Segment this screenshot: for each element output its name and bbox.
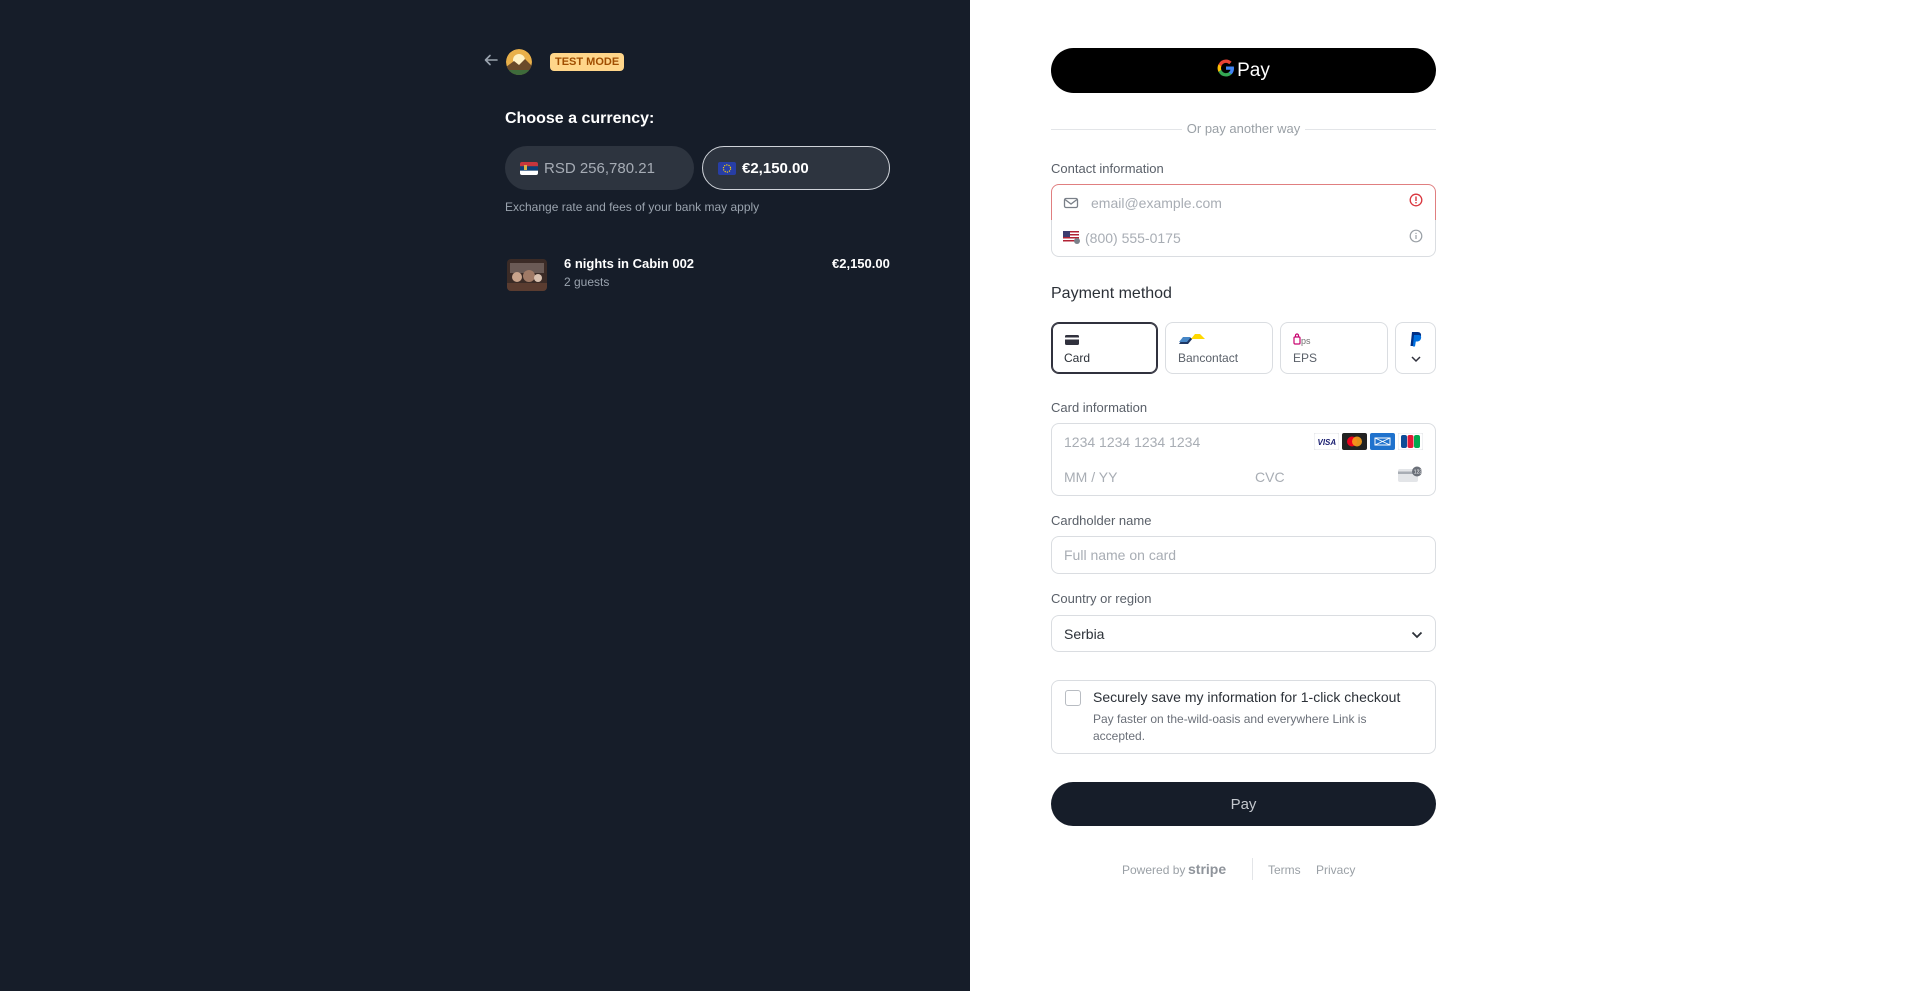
chevron-down-icon	[1411, 626, 1423, 642]
card-number-field[interactable]: 1234 1234 1234 1234 VISA	[1051, 423, 1436, 460]
serbia-flag-icon	[520, 161, 538, 175]
svg-text:ps: ps	[1301, 336, 1311, 346]
save-info-subtitle: Pay faster on the-wild-oasis and everywh…	[1093, 712, 1367, 743]
info-icon[interactable]	[1409, 229, 1423, 248]
cvc-placeholder: CVC	[1255, 469, 1285, 485]
card-number-placeholder: 1234 1234 1234 1234	[1064, 433, 1201, 450]
error-info-icon	[1409, 193, 1423, 212]
us-flag-icon	[1063, 230, 1080, 246]
cardholder-name-label: Cardholder name	[1051, 513, 1152, 528]
tab-bancontact[interactable]: Bancontact	[1165, 322, 1273, 374]
link-save-info-box: Securely save my information for 1-click…	[1051, 680, 1436, 754]
google-pay-label: Pay	[1237, 59, 1270, 81]
line-item-price: €2,150.00	[832, 256, 890, 271]
visa-icon: VISA	[1313, 432, 1340, 451]
tab-card[interactable]: Card	[1051, 322, 1158, 374]
mail-icon	[1063, 195, 1079, 211]
amex-icon	[1370, 433, 1395, 450]
payment-method-heading: Payment method	[1051, 285, 1172, 302]
phone-field[interactable]: (800) 555-0175	[1051, 220, 1436, 257]
email-field[interactable]: email@example.com	[1051, 184, 1436, 221]
google-pay-button[interactable]: Pay	[1051, 48, 1436, 93]
tab-bancontact-label: Bancontact	[1178, 351, 1239, 365]
divider-right	[1305, 129, 1436, 130]
tab-card-label: Card	[1064, 351, 1091, 365]
currency-option-eur[interactable]: €2,150.00	[702, 146, 890, 190]
test-mode-badge: TEST MODE	[550, 53, 625, 71]
phone-placeholder: (800) 555-0175	[1085, 230, 1181, 246]
divider-left	[1051, 129, 1182, 130]
card-brands: VISA	[1313, 432, 1424, 451]
or-pay-another-way: Or pay another way	[1182, 121, 1305, 136]
cardholder-placeholder: Full name on card	[1064, 547, 1177, 563]
tab-eps[interactable]: ps EPS	[1280, 322, 1388, 374]
currency-option-label: €2,150.00	[742, 159, 809, 177]
email-placeholder: email@example.com	[1091, 194, 1222, 211]
line-item-title: 6 nights in Cabin 002	[564, 256, 695, 271]
country-label: Country or region	[1051, 591, 1152, 606]
svg-text:VISA: VISA	[1318, 438, 1337, 447]
payment-form-panel: Pay Or pay another way Contact informati…	[970, 0, 1920, 991]
tab-eps-label: EPS	[1293, 351, 1318, 365]
product-thumbnail	[507, 259, 547, 291]
save-info-title: Securely save my information for 1-click…	[1093, 689, 1401, 705]
terms-link[interactable]: Terms	[1268, 863, 1301, 877]
order-summary-panel: TEST MODE Choose a currency: RSD 256,780…	[0, 0, 970, 991]
expiry-placeholder: MM / YY	[1064, 469, 1118, 485]
privacy-link[interactable]: Privacy	[1316, 863, 1355, 877]
back-arrow-icon[interactable]	[483, 52, 499, 68]
bancontact-icon	[1178, 333, 1260, 347]
card-icon	[1064, 333, 1145, 347]
google-g-icon	[1217, 59, 1237, 83]
chevron-down-icon	[1396, 352, 1435, 366]
exchange-rate-note: Exchange rate and fees of your bank may …	[505, 200, 760, 214]
line-item-subtitle: 2 guests	[564, 275, 610, 289]
cardholder-name-field[interactable]: Full name on card	[1051, 536, 1436, 574]
stripe-logo[interactable]: stripe	[1188, 861, 1226, 877]
country-value: Serbia	[1064, 625, 1105, 642]
jcb-icon	[1397, 432, 1424, 451]
eu-flag-icon	[718, 161, 736, 175]
country-select[interactable]: Serbia	[1051, 615, 1436, 652]
contact-information-label: Contact information	[1051, 161, 1164, 176]
more-payment-methods[interactable]	[1395, 322, 1436, 374]
cvc-card-icon: 123	[1397, 466, 1423, 488]
footer-divider	[1252, 858, 1253, 880]
cvc-field[interactable]: CVC 123	[1243, 459, 1436, 496]
pay-button[interactable]: Pay	[1051, 782, 1436, 826]
expiry-field[interactable]: MM / YY	[1051, 459, 1244, 496]
eps-icon: ps	[1293, 333, 1375, 347]
card-information-label: Card information	[1051, 400, 1148, 415]
powered-by-text: Powered by	[1122, 863, 1186, 877]
currency-option-label: RSD 256,780.21	[544, 159, 655, 177]
svg-text:123: 123	[1414, 470, 1423, 476]
save-info-checkbox[interactable]	[1065, 690, 1081, 706]
currency-option-rsd[interactable]: RSD 256,780.21	[505, 146, 694, 190]
business-logo[interactable]	[506, 49, 532, 75]
mastercard-icon	[1342, 433, 1367, 450]
paypal-icon	[1396, 331, 1435, 352]
choose-currency-heading: Choose a currency:	[505, 110, 655, 127]
